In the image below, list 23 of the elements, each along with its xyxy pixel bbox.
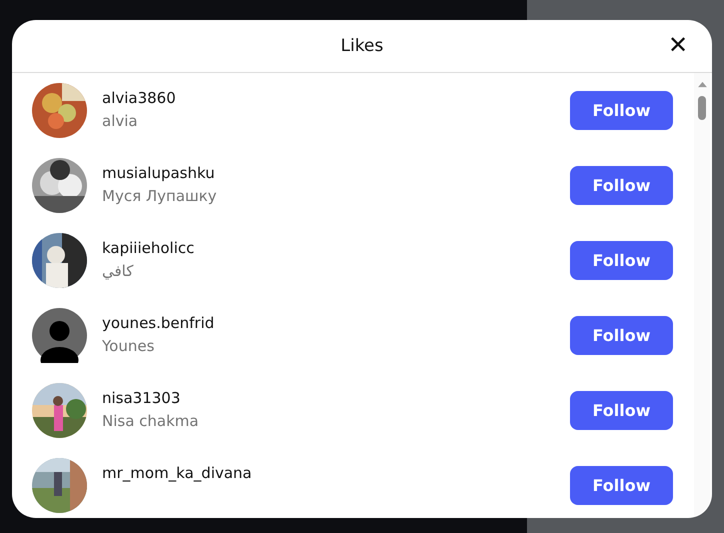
scroll-up-icon[interactable] xyxy=(698,81,706,88)
username[interactable]: alvia3860 xyxy=(102,89,570,107)
username[interactable]: kapiiieholicc xyxy=(102,239,570,257)
follow-button[interactable]: Follow xyxy=(570,241,673,280)
follow-button[interactable]: Follow xyxy=(570,91,673,130)
display-name: Nisa chakma xyxy=(102,412,200,430)
username[interactable]: younes.benfrid xyxy=(102,314,570,332)
display-name: Муся Лупашку xyxy=(102,187,218,205)
username[interactable]: mr_mom_ka_divana xyxy=(102,464,570,482)
dialog-title: Likes xyxy=(340,36,384,56)
display-name: كافي xyxy=(102,262,134,280)
close-button[interactable]: ✕ xyxy=(664,32,692,60)
follow-button[interactable]: Follow xyxy=(570,166,673,205)
scrollbar-thumb[interactable] xyxy=(698,96,706,120)
display-name: Younes xyxy=(102,337,156,355)
follow-button[interactable]: Follow xyxy=(570,466,673,505)
scrollbar[interactable] xyxy=(694,73,710,518)
display-name: alvia xyxy=(102,112,139,130)
username[interactable]: nisa31303 xyxy=(102,389,570,407)
follow-button[interactable]: Follow xyxy=(570,316,673,355)
avatar-icon xyxy=(32,308,87,363)
follow-button[interactable]: Follow xyxy=(570,391,673,430)
username[interactable]: musialupashku xyxy=(102,164,570,182)
